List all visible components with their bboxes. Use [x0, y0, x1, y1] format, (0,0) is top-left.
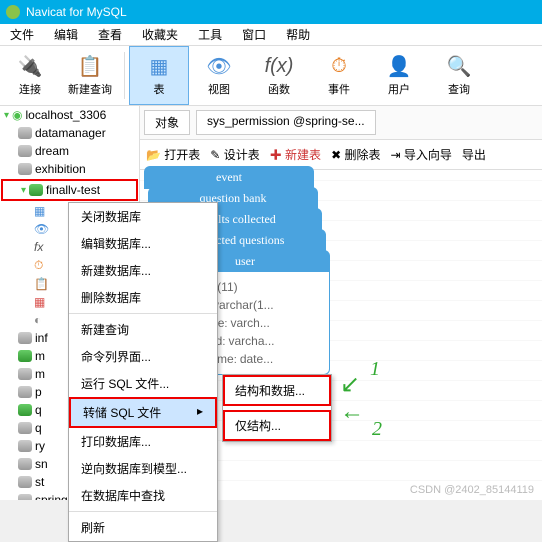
ctx-dump-sql[interactable]: 转储 SQL 文件▸	[69, 397, 217, 428]
newquery-icon: 📋	[76, 54, 104, 78]
tb-table[interactable]: ▦表	[129, 46, 189, 105]
table-icon: ▦	[145, 54, 173, 78]
tb-query[interactable]: 🔍查询	[429, 46, 489, 105]
fx-icon: f(x)	[265, 54, 293, 78]
tree-db-selected[interactable]: ▾finallv-test	[1, 179, 138, 201]
db-icon	[29, 184, 43, 196]
plug-icon: 🔌	[16, 54, 44, 78]
tab-objects[interactable]: 对象	[144, 110, 190, 135]
btn-import[interactable]: ⇥ 导入向导	[390, 146, 451, 163]
context-menu[interactable]: 关闭数据库 编辑数据库... 新建数据库... 删除数据库 新建查询 命令列界面…	[68, 202, 218, 542]
menu-help[interactable]: 帮助	[276, 26, 320, 43]
menu-view[interactable]: 查看	[88, 26, 132, 43]
watermark: CSDN @2402_85144119	[410, 484, 534, 496]
tb-view[interactable]: 👁视图	[189, 46, 249, 105]
tb-func[interactable]: f(x)函数	[249, 46, 309, 105]
submenu-struct-only[interactable]: 仅结构...	[223, 410, 331, 441]
ctx-reverse[interactable]: 逆向数据库到模型...	[69, 455, 217, 482]
db-icon	[18, 368, 32, 380]
btn-export[interactable]: 导出	[462, 146, 486, 163]
annotation-arrow: ↙	[340, 370, 360, 399]
menu-window[interactable]: 窗口	[232, 26, 276, 43]
db-icon	[18, 386, 32, 398]
ctx-edit-db[interactable]: 编辑数据库...	[69, 230, 217, 257]
db-icon	[18, 145, 32, 157]
main-toolbar: 🔌连接 📋新建查询 ▦表 👁视图 f(x)函数 ⏱事件 👤用户 🔍查询	[0, 46, 542, 106]
menu-fav[interactable]: 收藏夹	[132, 26, 188, 43]
tree-root[interactable]: ▾◉localhost_3306	[0, 106, 139, 124]
menu-tools[interactable]: 工具	[188, 26, 232, 43]
tree-db[interactable]: dream	[0, 142, 139, 160]
search-icon: 🔍	[445, 54, 473, 78]
tb-event[interactable]: ⏱事件	[309, 46, 369, 105]
ctx-del-db[interactable]: 删除数据库	[69, 284, 217, 311]
card-tab[interactable]: event	[144, 166, 314, 189]
query-icon: 📋	[34, 277, 49, 291]
ctx-new-query[interactable]: 新建查询	[69, 316, 217, 343]
chevron-right-icon: ▸	[197, 404, 203, 421]
ctx-print-db[interactable]: 打印数据库...	[69, 428, 217, 455]
btn-newtable[interactable]: ✚ 新建表	[270, 146, 321, 163]
btn-opentable[interactable]: 📂 打开表	[146, 146, 200, 163]
db-icon	[18, 350, 32, 362]
tree-db[interactable]: exhibition	[0, 160, 139, 178]
tb-user[interactable]: 👤用户	[369, 46, 429, 105]
ctx-refresh[interactable]: 刷新	[69, 514, 217, 541]
db-icon	[18, 494, 32, 500]
fx-icon: fx	[34, 240, 43, 254]
btn-designtable[interactable]: ✎ 设计表	[210, 146, 259, 163]
backup-icon: ◐	[34, 313, 41, 327]
tb-newquery[interactable]: 📋新建查询	[60, 46, 120, 105]
ctx-cmd[interactable]: 命令列界面...	[69, 343, 217, 370]
title-bar: Navicat for MySQL	[0, 0, 542, 24]
annotation-num-2: 2	[372, 418, 382, 441]
menu-file[interactable]: 文件	[0, 26, 44, 43]
db-icon	[18, 440, 32, 452]
tb-connect[interactable]: 🔌连接	[0, 46, 60, 105]
db-icon	[18, 163, 32, 175]
ctx-close-db[interactable]: 关闭数据库	[69, 203, 217, 230]
db-icon	[18, 458, 32, 470]
content-tabs: 对象 sys_permission @spring-se...	[140, 106, 542, 140]
expand-icon[interactable]: ▾	[21, 185, 26, 196]
ctx-run-sql[interactable]: 运行 SQL 文件...	[69, 370, 217, 397]
ctx-new-db[interactable]: 新建数据库...	[69, 257, 217, 284]
menu-edit[interactable]: 编辑	[44, 26, 88, 43]
clock-icon: ⏱	[325, 54, 353, 78]
db-icon	[18, 404, 32, 416]
table-icon: ▦	[34, 204, 45, 218]
server-icon: ◉	[12, 108, 22, 122]
menu-bar: 文件 编辑 查看 收藏夹 工具 窗口 帮助	[0, 24, 542, 46]
tab-syspermission[interactable]: sys_permission @spring-se...	[196, 110, 376, 135]
db-icon	[18, 127, 32, 139]
user-icon: 👤	[385, 54, 413, 78]
app-title: Navicat for MySQL	[26, 5, 127, 19]
submenu-struct-data[interactable]: 结构和数据...	[223, 375, 331, 406]
ctx-find[interactable]: 在数据库中查找	[69, 482, 217, 509]
app-icon	[6, 5, 20, 19]
clock-icon: ⏱	[34, 258, 43, 273]
db-icon	[18, 332, 32, 344]
annotation-num-1: 1	[370, 358, 380, 381]
expand-icon[interactable]: ▾	[4, 110, 9, 121]
sql-submenu[interactable]: 结构和数据... 仅结构...	[222, 374, 332, 442]
view-icon: 👁	[34, 222, 49, 236]
tree-db[interactable]: datamanager	[0, 124, 139, 142]
db-icon	[18, 476, 32, 488]
eye-icon: 👁	[205, 54, 233, 78]
report-icon: ▦	[34, 295, 45, 309]
db-icon	[18, 422, 32, 434]
annotation-arrow: ←	[340, 398, 364, 426]
btn-deltable[interactable]: ✖ 删除表	[331, 146, 380, 163]
